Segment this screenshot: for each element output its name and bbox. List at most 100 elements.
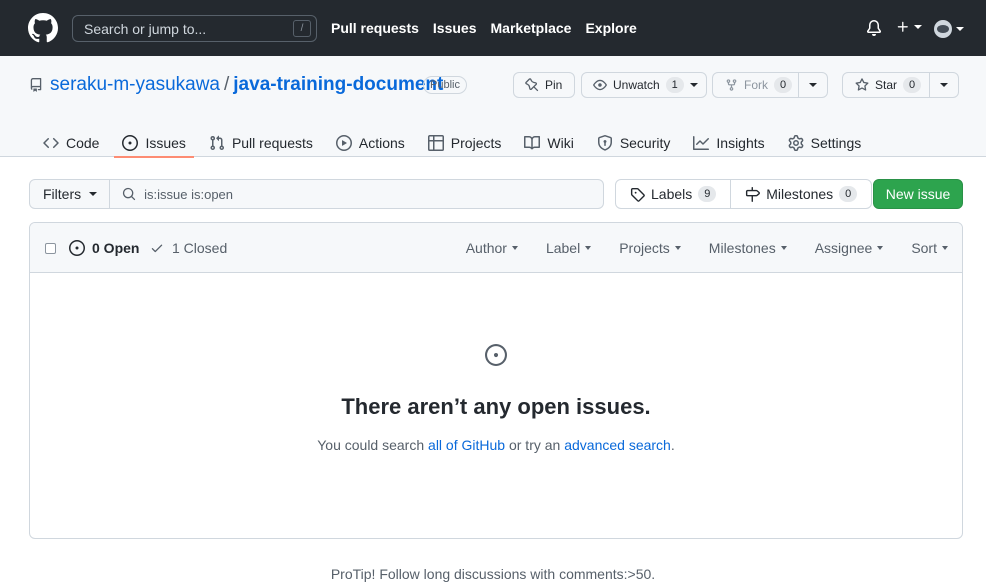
tab-code[interactable]: Code (35, 128, 107, 157)
tab-label: Wiki (547, 134, 574, 151)
code-icon (43, 137, 59, 148)
tab-label: Actions (358, 134, 405, 151)
new-issue-button[interactable]: New issue (873, 179, 963, 209)
tab-wiki[interactable]: Wiki (516, 128, 581, 157)
issue-search-query: is:issue is:open (144, 186, 234, 202)
chevron-down-icon (585, 246, 592, 250)
chevron-down-icon (780, 246, 787, 250)
nav-explore[interactable]: Explore (585, 20, 636, 36)
star-count: 0 (903, 77, 922, 93)
labels-milestones-group: Labels 9 Milestones 0 (615, 179, 873, 209)
repo-separator: / (224, 74, 230, 95)
advanced-search-link[interactable]: advanced search (564, 437, 671, 453)
chevron-down-icon (877, 246, 884, 250)
issues-list-box: 0 Open 1 Closed Author Label Projects Mi… (29, 222, 963, 539)
protip-text: ProTip! Follow long discussions with com… (330, 566, 656, 582)
empty-state: There aren’t any open issues. You could … (30, 273, 962, 538)
chevron-down-icon (89, 192, 98, 196)
issue-search-input[interactable]: is:issue is:open (110, 179, 605, 209)
filters-label: Filters (43, 186, 82, 202)
unwatch-button[interactable]: Unwatch 1 (581, 72, 707, 98)
tab-label: Security (619, 134, 671, 151)
fork-count: 0 (774, 77, 792, 93)
search-icon (123, 187, 136, 201)
labels-count: 9 (698, 186, 717, 202)
repo-header: seraku-m-yasukawa / java-training-docume… (0, 56, 986, 158)
filter-label: Author (465, 240, 507, 256)
eye-icon (593, 79, 607, 91)
assignee-filter[interactable]: Assignee (815, 240, 884, 256)
filter-label: Milestones (708, 240, 776, 256)
unwatch-label: Unwatch (613, 78, 660, 92)
tab-label: Pull requests (231, 134, 313, 151)
avatar (934, 20, 952, 38)
chevron-down-icon (689, 83, 698, 87)
label-filter[interactable]: Label (545, 240, 592, 256)
filter-label: Assignee (814, 240, 873, 256)
empty-state-text: You could search all of GitHub or try an… (30, 437, 962, 453)
repo-title: seraku-m-yasukawa / java-training-docume… (50, 74, 443, 96)
labels-label: Labels (651, 186, 693, 202)
tag-icon (630, 187, 645, 202)
check-icon (151, 244, 163, 253)
tab-insights[interactable]: Insights (685, 128, 772, 157)
chevron-down-icon (674, 246, 681, 250)
projects-filter[interactable]: Projects (619, 240, 681, 256)
filter-label: Projects (619, 240, 670, 256)
search-placeholder: Search or jump to... (84, 21, 207, 37)
slash-shortcut-hint: / (293, 20, 311, 37)
nav-issues[interactable]: Issues (433, 20, 477, 36)
book-icon (524, 135, 541, 149)
visibility-badge: Public (423, 76, 467, 94)
repo-icon (29, 77, 43, 93)
tab-label: Settings (810, 134, 862, 151)
milestones-filter[interactable]: Milestones (709, 240, 787, 256)
global-nav: Pull requests Issues Marketplace Explore (331, 20, 637, 36)
tab-label: Projects (450, 134, 502, 151)
issue-opened-icon (69, 240, 85, 256)
sort-filter[interactable]: Sort (911, 240, 948, 256)
labels-link[interactable]: Labels 9 (616, 180, 730, 208)
nav-pull-requests[interactable]: Pull requests (331, 20, 419, 36)
star-icon (855, 78, 869, 91)
filter-label: Label (545, 240, 581, 256)
tab-pull-requests[interactable]: Pull requests (201, 128, 321, 157)
create-new-menu[interactable] (896, 20, 922, 34)
issues-list-header: 0 Open 1 Closed Author Label Projects Mi… (30, 223, 962, 273)
milestones-link[interactable]: Milestones 0 (730, 180, 871, 208)
issue-opened-icon (122, 134, 139, 151)
pin-icon (525, 78, 539, 92)
closed-issues-toggle[interactable]: 1 Closed (150, 240, 227, 256)
tab-security[interactable]: Security (589, 128, 679, 157)
issue-opened-icon (485, 344, 507, 366)
empty-text-prefix: You could search (317, 437, 429, 453)
nav-marketplace[interactable]: Marketplace (491, 20, 572, 36)
fork-button[interactable]: Fork 0 (712, 72, 828, 98)
tab-settings[interactable]: Settings (780, 128, 870, 157)
global-search-input[interactable]: Search or jump to... / (72, 15, 317, 42)
star-button[interactable]: Star 0 (842, 72, 960, 98)
repo-name-link[interactable]: java-training-document (233, 74, 443, 96)
github-logo-icon[interactable] (28, 13, 58, 43)
user-menu[interactable] (934, 20, 964, 38)
tab-projects[interactable]: Projects (420, 128, 510, 157)
chevron-down-icon (956, 27, 964, 31)
all-of-github-link[interactable]: all of GitHub (428, 437, 505, 453)
issue-filter-bar: Filters is:issue is:open (29, 179, 605, 209)
notifications-bell-icon[interactable] (866, 20, 882, 36)
pin-button[interactable]: Pin (513, 72, 576, 98)
open-issues-toggle[interactable]: 0 Open (69, 240, 139, 256)
filters-dropdown-button[interactable]: Filters (29, 179, 111, 209)
empty-state-title: There aren’t any open issues. (341, 394, 651, 419)
select-all-checkbox[interactable] (45, 243, 56, 254)
graph-icon (693, 135, 710, 150)
watch-count: 1 (665, 77, 684, 93)
tab-label: Issues (145, 134, 186, 151)
fork-dropdown[interactable] (798, 73, 827, 97)
fork-label: Fork (744, 78, 768, 92)
tab-issues[interactable]: Issues (114, 128, 195, 158)
author-filter[interactable]: Author (466, 240, 518, 256)
tab-actions[interactable]: Actions (328, 128, 413, 157)
repo-owner-link[interactable]: seraku-m-yasukawa (50, 74, 220, 96)
star-dropdown[interactable] (929, 73, 958, 97)
